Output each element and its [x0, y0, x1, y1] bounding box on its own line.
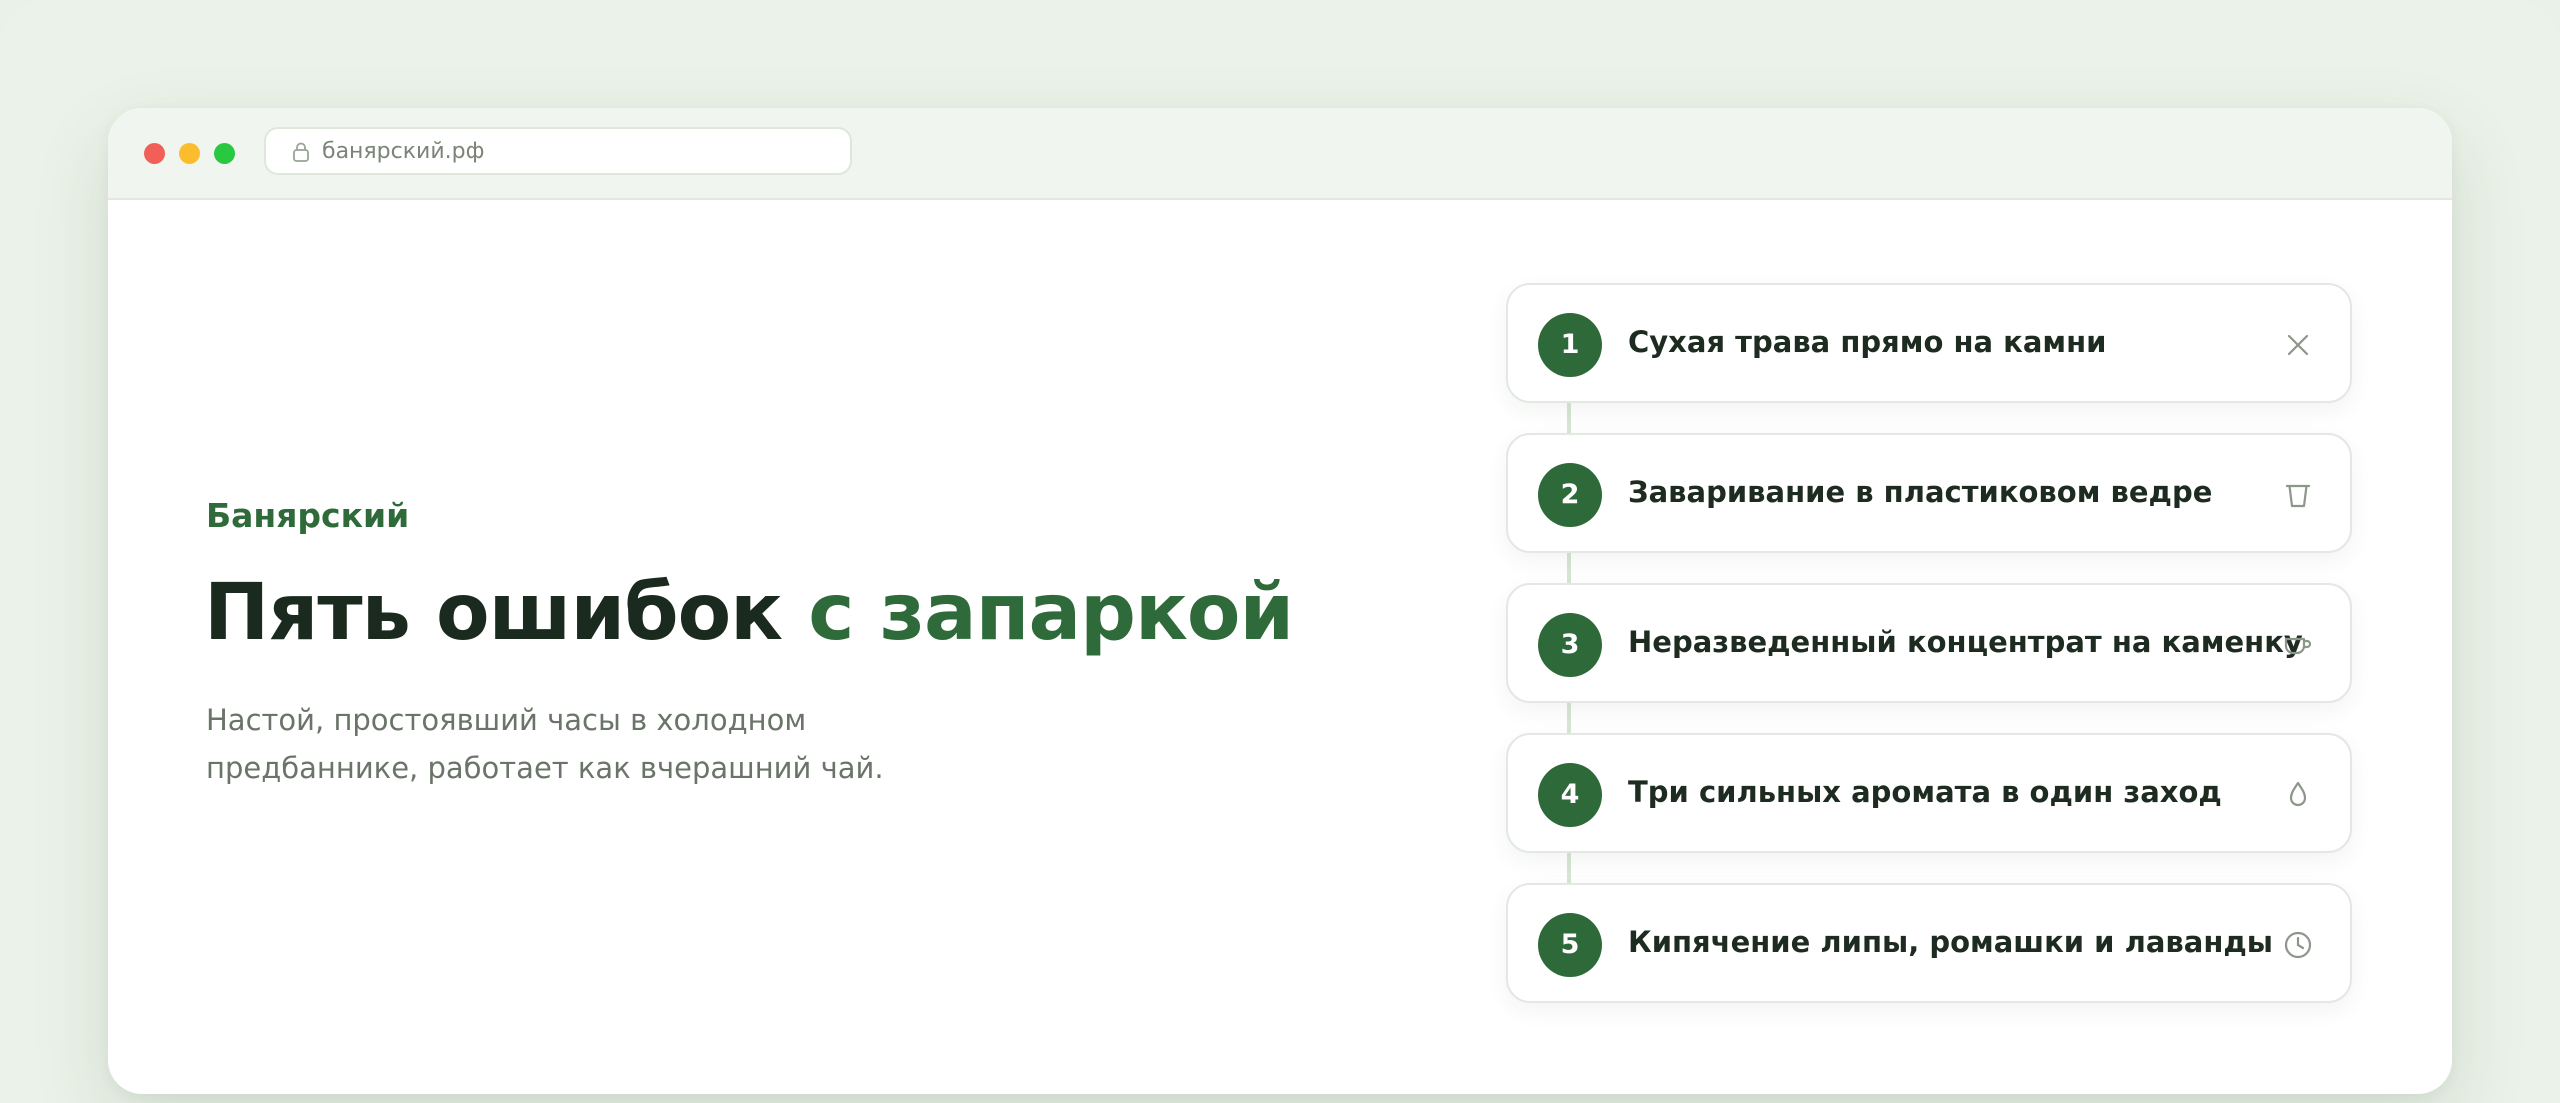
address-bar[interactable]: банярский.рф — [264, 127, 852, 175]
mistake-item-4[interactable]: 4 Три сильных аромата в один заход — [1506, 733, 2352, 853]
lock-icon — [293, 142, 309, 162]
cup-icon — [2284, 637, 2312, 655]
title-main: Пять ошибок — [204, 568, 783, 658]
page-title: Пять ошибок с запаркой — [204, 568, 1294, 658]
mistake-label: Кипячение липы, ромашки и лаванды — [1628, 925, 2273, 959]
mistake-item-5[interactable]: 5 Кипячение липы, ромашки и лаванды — [1506, 883, 2352, 1003]
mistake-item-2[interactable]: 2 Заваривание в пластиковом ведре — [1506, 433, 2352, 553]
close-window-button[interactable] — [144, 143, 165, 164]
mistake-label: Сухая трава прямо на камни — [1628, 325, 2107, 359]
clock-icon — [2284, 931, 2312, 959]
maximize-window-button[interactable] — [214, 143, 235, 164]
browser-toolbar: банярский.рф — [108, 108, 2452, 200]
mistake-label: Заваривание в пластиковом ведре — [1628, 475, 2213, 509]
mistake-item-1[interactable]: 1 Сухая трава прямо на камни — [1506, 283, 2352, 403]
mistake-label: Неразведенный концентрат на каменку — [1628, 625, 2303, 659]
step-number-badge: 4 — [1538, 763, 1602, 827]
browser-window: банярский.рф Банярский Пять ошибок с зап… — [108, 108, 2452, 1094]
step-number-badge: 2 — [1538, 463, 1602, 527]
mistake-item-3[interactable]: 3 Неразведенный концентрат на каменку — [1506, 583, 2352, 703]
step-number-badge: 1 — [1538, 313, 1602, 377]
address-text: банярский.рф — [322, 139, 485, 164]
mistakes-list: 1 Сухая трава прямо на камни 2 Завариван… — [1506, 283, 2352, 1003]
page-subtitle: Настой, простоявший часы в холодном пред… — [206, 703, 884, 785]
mistake-label: Три сильных аромата в один заход — [1628, 775, 2222, 809]
bucket-icon — [2285, 484, 2311, 508]
step-number-badge: 5 — [1538, 913, 1602, 977]
brand-name: Банярский — [206, 496, 410, 535]
title-accent: с запаркой — [808, 568, 1294, 658]
minimize-window-button[interactable] — [179, 143, 200, 164]
close-icon — [2287, 334, 2309, 356]
step-number-badge: 3 — [1538, 613, 1602, 677]
drop-icon — [2289, 781, 2307, 807]
